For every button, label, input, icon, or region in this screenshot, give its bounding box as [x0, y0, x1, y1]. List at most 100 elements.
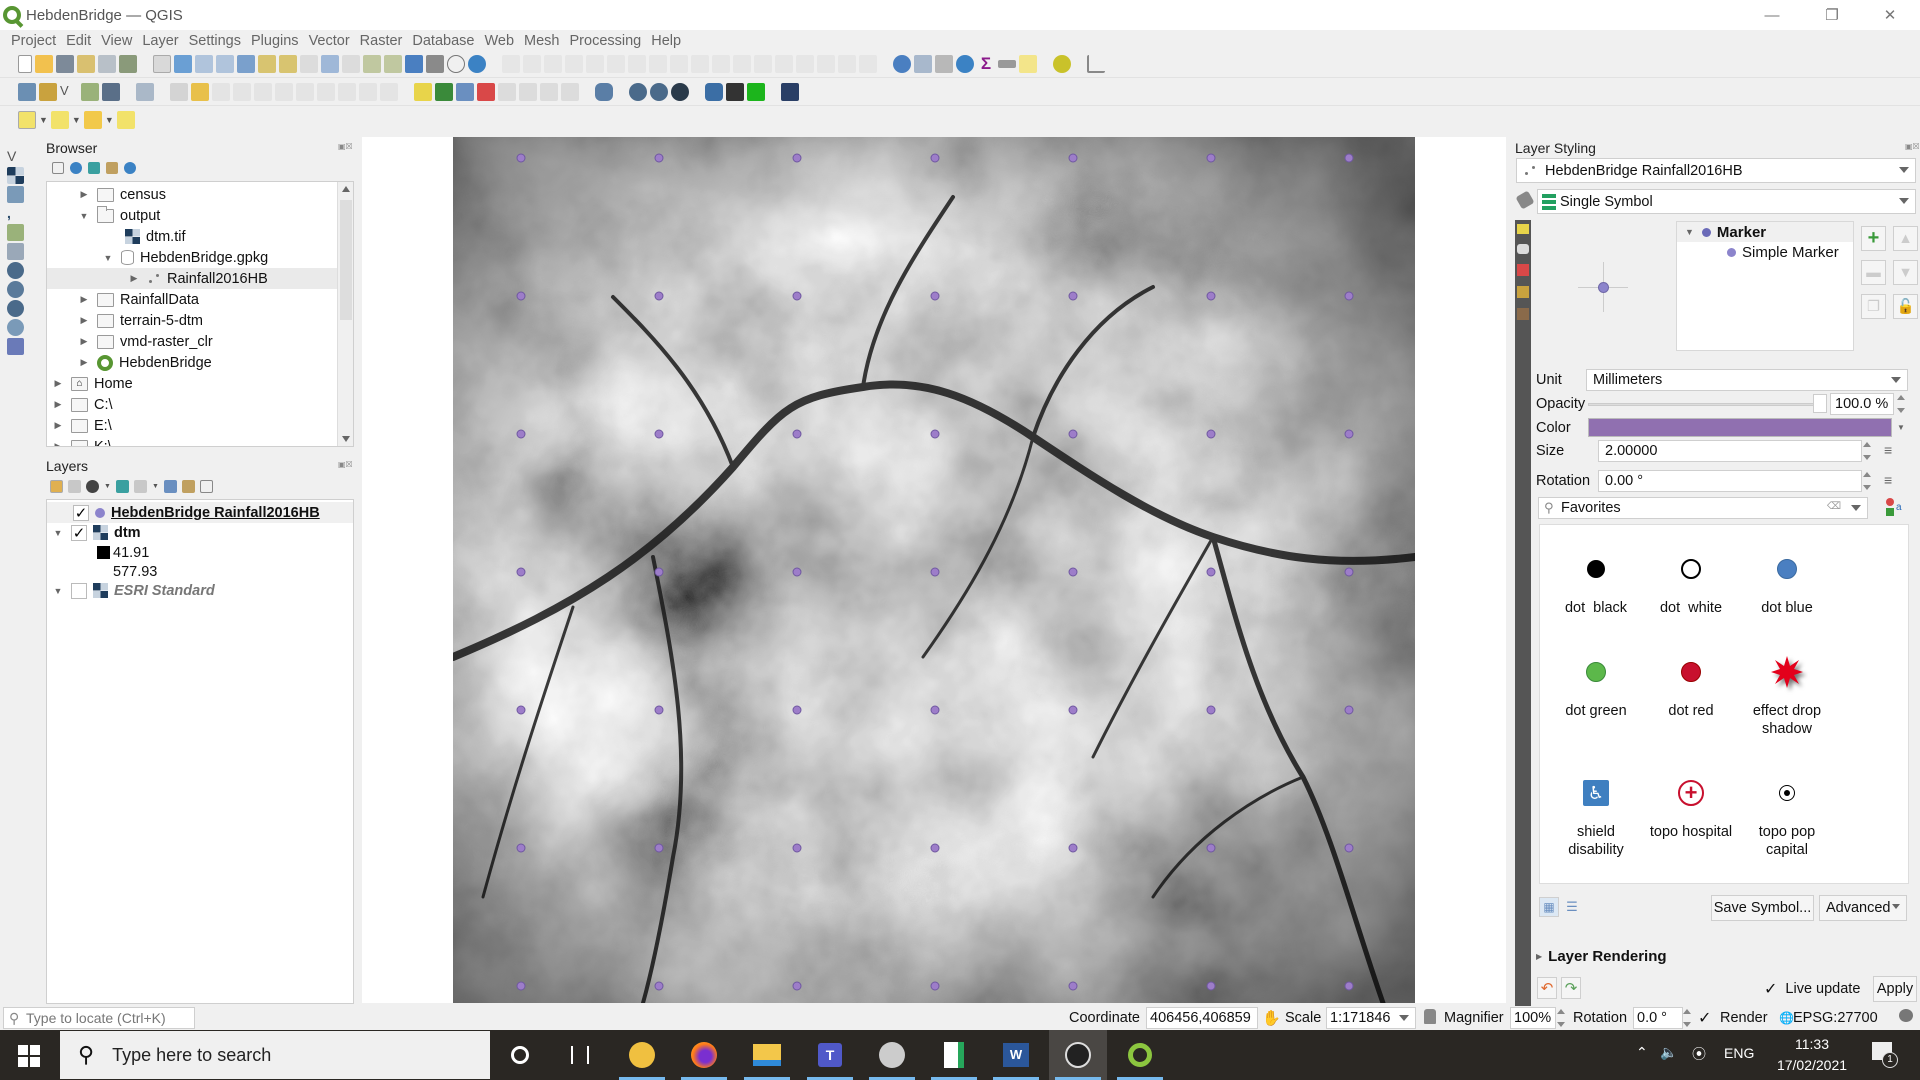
zoom-next-icon[interactable]: [342, 54, 360, 73]
favorite-effect-drop-shadow[interactable]: effect drop shadow: [1739, 652, 1835, 738]
pan-map-icon[interactable]: [153, 54, 171, 73]
layout-manager-icon[interactable]: [98, 54, 116, 73]
menu-help[interactable]: Help: [646, 33, 686, 49]
add-gpx-icon[interactable]: [7, 224, 24, 241]
expand-arrow-icon[interactable]: ▶: [79, 189, 89, 200]
dock-float-close-icon[interactable]: ▣☒: [338, 142, 353, 151]
rotation-spinner[interactable]: [1862, 472, 1872, 490]
move-up-button[interactable]: ▲: [1893, 226, 1918, 251]
help-icon[interactable]: [781, 82, 799, 101]
taskbar-obs[interactable]: [1049, 1030, 1107, 1080]
browser-item-census[interactable]: ▶ census: [79, 184, 166, 205]
python-console-icon[interactable]: [705, 82, 723, 101]
remove-layer-icon[interactable]: [199, 480, 213, 493]
browser-item-terrain-5-dtm[interactable]: ▶ terrain-5-dtm: [79, 310, 203, 331]
properties-info-icon[interactable]: [124, 162, 136, 174]
map-canvas[interactable]: [362, 137, 1506, 1003]
profile-tool-icon[interactable]: [1087, 54, 1105, 73]
clear-search-icon[interactable]: ⌫: [1827, 501, 1841, 512]
dock-float-close-icon[interactable]: ▣☒: [338, 460, 353, 469]
filter-by-expression-icon[interactable]: [133, 480, 147, 493]
favorite-shield-disability[interactable]: ♿ shield disability: [1548, 773, 1644, 859]
data-source-manager-icon[interactable]: [18, 82, 36, 101]
masks-tab-icon[interactable]: [1517, 244, 1529, 254]
windows-start-icon[interactable]: [18, 1045, 40, 1067]
volume-icon[interactable]: 🔈: [1660, 1044, 1677, 1061]
identify-features-icon[interactable]: [893, 54, 911, 73]
taskbar-word[interactable]: W: [987, 1030, 1045, 1080]
messages-icon[interactable]: [1899, 1009, 1913, 1022]
symbol-tree-simple-marker[interactable]: Simple Marker: [1727, 242, 1839, 262]
expand-arrow-icon[interactable]: ▶: [79, 315, 89, 326]
close-button[interactable]: ✕: [1862, 0, 1918, 30]
crs-button[interactable]: EPSG:27700: [1793, 1010, 1878, 1026]
history-tab-icon[interactable]: [1517, 308, 1529, 320]
favorite-topo-pop-capital[interactable]: topo pop capital: [1739, 773, 1835, 859]
add-symbol-layer-button[interactable]: +: [1861, 226, 1886, 251]
style-manager-icon[interactable]: a: [1886, 498, 1904, 516]
opacity-slider-handle[interactable]: [1813, 394, 1827, 413]
collapse-arrow-icon[interactable]: ▼: [79, 211, 89, 221]
show-bookmarks-icon[interactable]: [426, 54, 444, 73]
menu-raster[interactable]: Raster: [355, 33, 408, 49]
filter-icon[interactable]: [88, 162, 100, 174]
refresh-icon[interactable]: [70, 162, 82, 174]
menu-vector[interactable]: Vector: [304, 33, 355, 49]
new-project-icon[interactable]: [18, 54, 32, 73]
new-temporary-layer-icon[interactable]: [81, 82, 99, 101]
expand-all-icon[interactable]: [163, 480, 177, 493]
plugin-icon[interactable]: [1053, 54, 1071, 73]
diagrams-tab-icon[interactable]: [1517, 286, 1529, 298]
add-delimited-text-icon[interactable]: ,: [7, 205, 24, 222]
browser-item-geopackage[interactable]: ▼ HebdenBridge.gpkg: [103, 247, 269, 268]
collapse-arrow-icon[interactable]: ▼: [53, 528, 63, 538]
pin-labels-icon[interactable]: [477, 82, 495, 101]
redo-icon[interactable]: ↷: [1561, 977, 1581, 999]
menu-processing[interactable]: Processing: [565, 33, 647, 49]
expand-arrow-icon[interactable]: ▶: [53, 399, 63, 410]
collapse-arrow-icon[interactable]: ▼: [103, 253, 113, 263]
taskbar-teams[interactable]: T: [801, 1030, 859, 1080]
statistics-sigma-icon[interactable]: Σ: [977, 54, 995, 73]
opacity-spinner[interactable]: [1896, 395, 1906, 413]
select-by-expression-icon[interactable]: [50, 111, 69, 129]
dock-float-close-icon[interactable]: ▣☒: [1905, 142, 1920, 151]
browser-item-dtm-tif[interactable]: dtm.tif: [125, 226, 185, 247]
menu-database[interactable]: Database: [407, 33, 479, 49]
chevron-down-icon[interactable]: ▼: [104, 483, 111, 490]
taskbar-search-box[interactable]: ⚲ Type here to search: [60, 1031, 490, 1079]
tray-overflow-icon[interactable]: ⌃: [1636, 1044, 1648, 1061]
add-mesh-layer-icon[interactable]: [7, 186, 24, 203]
unit-combo[interactable]: Millimeters: [1586, 369, 1908, 391]
menu-edit[interactable]: Edit: [61, 33, 96, 49]
browser-item-output[interactable]: ▼ output: [79, 205, 160, 226]
taskbar-cortana[interactable]: [491, 1030, 549, 1080]
rotation-spinner[interactable]: [1682, 1009, 1692, 1027]
render-checkbox[interactable]: ✓: [1698, 1008, 1711, 1028]
add-vector-tile-icon[interactable]: [7, 338, 24, 355]
temporal-controller-icon[interactable]: [447, 54, 465, 73]
favorite-topo-hospital[interactable]: + topo hospital: [1643, 773, 1739, 841]
minimize-button[interactable]: —: [1744, 0, 1800, 30]
add-selected-layers-icon[interactable]: [52, 162, 64, 174]
menu-view[interactable]: View: [96, 33, 137, 49]
language-indicator[interactable]: ENG: [1724, 1045, 1754, 1061]
collapse-all-icon[interactable]: [106, 162, 118, 174]
data-defined-override-icon[interactable]: ≡: [1884, 442, 1892, 458]
expand-arrow-icon[interactable]: ▶: [79, 336, 89, 347]
collapse-arrow-icon[interactable]: ▼: [53, 586, 63, 596]
processing-toolbox-icon[interactable]: [956, 54, 974, 73]
scroll-down-arrow-icon[interactable]: [342, 436, 350, 442]
browser-scrollbar[interactable]: [337, 182, 353, 446]
zoom-last-icon[interactable]: [321, 54, 339, 73]
binoculars-icon[interactable]: [726, 82, 744, 101]
advanced-button[interactable]: Advanced: [1819, 895, 1907, 921]
add-group-icon[interactable]: [68, 480, 81, 493]
favorite-dot-white[interactable]: dot white: [1643, 549, 1739, 617]
measure-icon[interactable]: [998, 59, 1016, 68]
add-postgis-icon[interactable]: [7, 262, 24, 279]
symbol-search-input[interactable]: ⚲ Favorites ⌫: [1538, 497, 1868, 519]
select-features-icon[interactable]: [18, 111, 36, 129]
menu-plugins[interactable]: Plugins: [246, 33, 304, 49]
deselect-features-icon[interactable]: [83, 111, 102, 129]
